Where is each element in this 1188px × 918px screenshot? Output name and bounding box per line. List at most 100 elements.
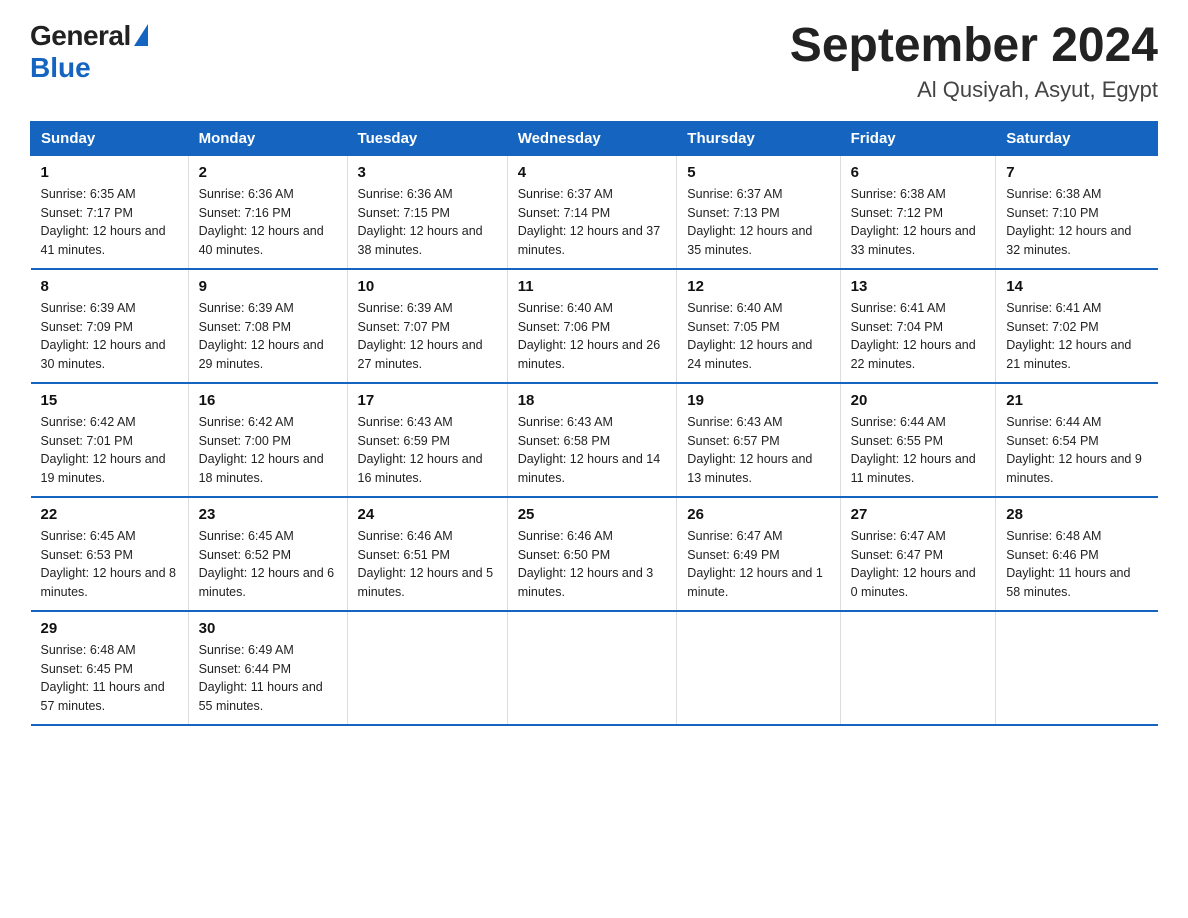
- day-number: 27: [851, 506, 986, 523]
- day-number: 28: [1006, 506, 1147, 523]
- day-number: 19: [687, 392, 829, 409]
- day-cell: 3Sunrise: 6:36 AMSunset: 7:15 PMDaylight…: [347, 155, 507, 269]
- day-info: Sunrise: 6:47 AMSunset: 6:47 PMDaylight:…: [851, 527, 986, 602]
- week-row-4: 22 Sunrise: 6:45 AMSunset: 6:53 PMDayligh…: [31, 497, 1158, 611]
- header-thursday: Thursday: [677, 121, 840, 155]
- header-row: Sunday Monday Tuesday Wednesday Thursday…: [31, 121, 1158, 155]
- day-number: 9: [199, 278, 337, 295]
- day-cell: 26 Sunrise: 6:47 AMSunset: 6:49 PMDayligh…: [677, 497, 840, 611]
- day-cell: [347, 611, 507, 725]
- day-info: Sunrise: 6:46 AMSunset: 6:50 PMDaylight:…: [518, 527, 667, 602]
- day-cell: 25 Sunrise: 6:46 AMSunset: 6:50 PMDayligh…: [507, 497, 677, 611]
- day-number: 10: [358, 278, 497, 295]
- day-cell: 12 Sunrise: 6:40 AMSunset: 7:05 PMDayligh…: [677, 269, 840, 383]
- day-info: Sunrise: 6:36 AMSunset: 7:15 PMDaylight:…: [358, 185, 497, 260]
- day-number: 7: [1006, 164, 1147, 181]
- day-cell: 7 Sunrise: 6:38 AMSunset: 7:10 PMDaylight…: [996, 155, 1158, 269]
- day-info: Sunrise: 6:42 AMSunset: 7:00 PMDaylight:…: [199, 413, 337, 488]
- day-info: Sunrise: 6:43 AMSunset: 6:57 PMDaylight:…: [687, 413, 829, 488]
- header-sunday: Sunday: [31, 121, 189, 155]
- calendar-body: 1 Sunrise: 6:35 AMSunset: 7:17 PMDaylight…: [31, 155, 1158, 725]
- day-number: 14: [1006, 278, 1147, 295]
- day-number: 18: [518, 392, 667, 409]
- calendar-table: Sunday Monday Tuesday Wednesday Thursday…: [30, 121, 1158, 726]
- day-info: Sunrise: 6:47 AMSunset: 6:49 PMDaylight:…: [687, 527, 829, 602]
- day-cell: 17Sunrise: 6:43 AMSunset: 6:59 PMDayligh…: [347, 383, 507, 497]
- day-info: Sunrise: 6:37 AMSunset: 7:13 PMDaylight:…: [687, 185, 829, 260]
- day-cell: 2 Sunrise: 6:36 AMSunset: 7:16 PMDaylight…: [188, 155, 347, 269]
- logo: General Blue: [30, 20, 148, 84]
- day-cell: 14Sunrise: 6:41 AMSunset: 7:02 PMDayligh…: [996, 269, 1158, 383]
- day-cell: 13Sunrise: 6:41 AMSunset: 7:04 PMDayligh…: [840, 269, 996, 383]
- day-number: 13: [851, 278, 986, 295]
- logo-general-text: General: [30, 20, 131, 52]
- day-cell: 30 Sunrise: 6:49 AMSunset: 6:44 PMDayligh…: [188, 611, 347, 725]
- day-cell: 21 Sunrise: 6:44 AMSunset: 6:54 PMDayligh…: [996, 383, 1158, 497]
- day-number: 23: [199, 506, 337, 523]
- day-cell: 8Sunrise: 6:39 AMSunset: 7:09 PMDaylight…: [31, 269, 189, 383]
- day-cell: 6Sunrise: 6:38 AMSunset: 7:12 PMDaylight…: [840, 155, 996, 269]
- day-cell: 20 Sunrise: 6:44 AMSunset: 6:55 PMDayligh…: [840, 383, 996, 497]
- day-cell: 19 Sunrise: 6:43 AMSunset: 6:57 PMDayligh…: [677, 383, 840, 497]
- day-number: 11: [518, 278, 667, 295]
- day-info: Sunrise: 6:45 AMSunset: 6:53 PMDaylight:…: [41, 527, 178, 602]
- day-number: 21: [1006, 392, 1147, 409]
- day-number: 15: [41, 392, 178, 409]
- week-row-3: 15Sunrise: 6:42 AMSunset: 7:01 PMDayligh…: [31, 383, 1158, 497]
- day-info: Sunrise: 6:35 AMSunset: 7:17 PMDaylight:…: [41, 185, 178, 260]
- day-cell: 23 Sunrise: 6:45 AMSunset: 6:52 PMDayligh…: [188, 497, 347, 611]
- day-number: 20: [851, 392, 986, 409]
- header-tuesday: Tuesday: [347, 121, 507, 155]
- day-info: Sunrise: 6:49 AMSunset: 6:44 PMDaylight:…: [199, 641, 337, 716]
- day-number: 2: [199, 164, 337, 181]
- day-number: 5: [687, 164, 829, 181]
- day-info: Sunrise: 6:46 AMSunset: 6:51 PMDaylight:…: [358, 527, 497, 602]
- week-row-2: 8Sunrise: 6:39 AMSunset: 7:09 PMDaylight…: [31, 269, 1158, 383]
- day-number: 25: [518, 506, 667, 523]
- day-number: 12: [687, 278, 829, 295]
- calendar-header: Sunday Monday Tuesday Wednesday Thursday…: [31, 121, 1158, 155]
- day-cell: 4 Sunrise: 6:37 AMSunset: 7:14 PMDaylight…: [507, 155, 677, 269]
- day-cell: [677, 611, 840, 725]
- title-block: September 2024 Al Qusiyah, Asyut, Egypt: [790, 20, 1158, 103]
- day-info: Sunrise: 6:44 AMSunset: 6:54 PMDaylight:…: [1006, 413, 1147, 488]
- header-monday: Monday: [188, 121, 347, 155]
- day-info: Sunrise: 6:44 AMSunset: 6:55 PMDaylight:…: [851, 413, 986, 488]
- day-number: 1: [41, 164, 178, 181]
- day-cell: 29Sunrise: 6:48 AMSunset: 6:45 PMDayligh…: [31, 611, 189, 725]
- day-cell: 24 Sunrise: 6:46 AMSunset: 6:51 PMDayligh…: [347, 497, 507, 611]
- day-cell: 9 Sunrise: 6:39 AMSunset: 7:08 PMDaylight…: [188, 269, 347, 383]
- day-cell: 16Sunrise: 6:42 AMSunset: 7:00 PMDayligh…: [188, 383, 347, 497]
- week-row-1: 1 Sunrise: 6:35 AMSunset: 7:17 PMDaylight…: [31, 155, 1158, 269]
- day-number: 30: [199, 620, 337, 637]
- day-info: Sunrise: 6:37 AMSunset: 7:14 PMDaylight:…: [518, 185, 667, 260]
- day-number: 26: [687, 506, 829, 523]
- day-number: 8: [41, 278, 178, 295]
- week-row-5: 29Sunrise: 6:48 AMSunset: 6:45 PMDayligh…: [31, 611, 1158, 725]
- day-number: 4: [518, 164, 667, 181]
- day-info: Sunrise: 6:36 AMSunset: 7:16 PMDaylight:…: [199, 185, 337, 260]
- day-number: 22: [41, 506, 178, 523]
- day-number: 24: [358, 506, 497, 523]
- day-cell: 28 Sunrise: 6:48 AMSunset: 6:46 PMDayligh…: [996, 497, 1158, 611]
- day-info: Sunrise: 6:40 AMSunset: 7:05 PMDaylight:…: [687, 299, 829, 374]
- day-cell: [840, 611, 996, 725]
- day-cell: [507, 611, 677, 725]
- location: Al Qusiyah, Asyut, Egypt: [790, 77, 1158, 103]
- day-cell: 27 Sunrise: 6:47 AMSunset: 6:47 PMDayligh…: [840, 497, 996, 611]
- day-info: Sunrise: 6:48 AMSunset: 6:46 PMDaylight:…: [1006, 527, 1147, 602]
- page-header: General Blue September 2024 Al Qusiyah, …: [30, 20, 1158, 103]
- day-info: Sunrise: 6:40 AMSunset: 7:06 PMDaylight:…: [518, 299, 667, 374]
- day-info: Sunrise: 6:45 AMSunset: 6:52 PMDaylight:…: [199, 527, 337, 602]
- day-info: Sunrise: 6:39 AMSunset: 7:08 PMDaylight:…: [199, 299, 337, 374]
- day-info: Sunrise: 6:38 AMSunset: 7:10 PMDaylight:…: [1006, 185, 1147, 260]
- logo-triangle-icon: [134, 24, 148, 46]
- day-number: 29: [41, 620, 178, 637]
- header-friday: Friday: [840, 121, 996, 155]
- day-cell: 18Sunrise: 6:43 AMSunset: 6:58 PMDayligh…: [507, 383, 677, 497]
- day-info: Sunrise: 6:43 AMSunset: 6:59 PMDaylight:…: [358, 413, 497, 488]
- month-title: September 2024: [790, 20, 1158, 73]
- day-info: Sunrise: 6:39 AMSunset: 7:07 PMDaylight:…: [358, 299, 497, 374]
- day-cell: 1 Sunrise: 6:35 AMSunset: 7:17 PMDaylight…: [31, 155, 189, 269]
- day-cell: [996, 611, 1158, 725]
